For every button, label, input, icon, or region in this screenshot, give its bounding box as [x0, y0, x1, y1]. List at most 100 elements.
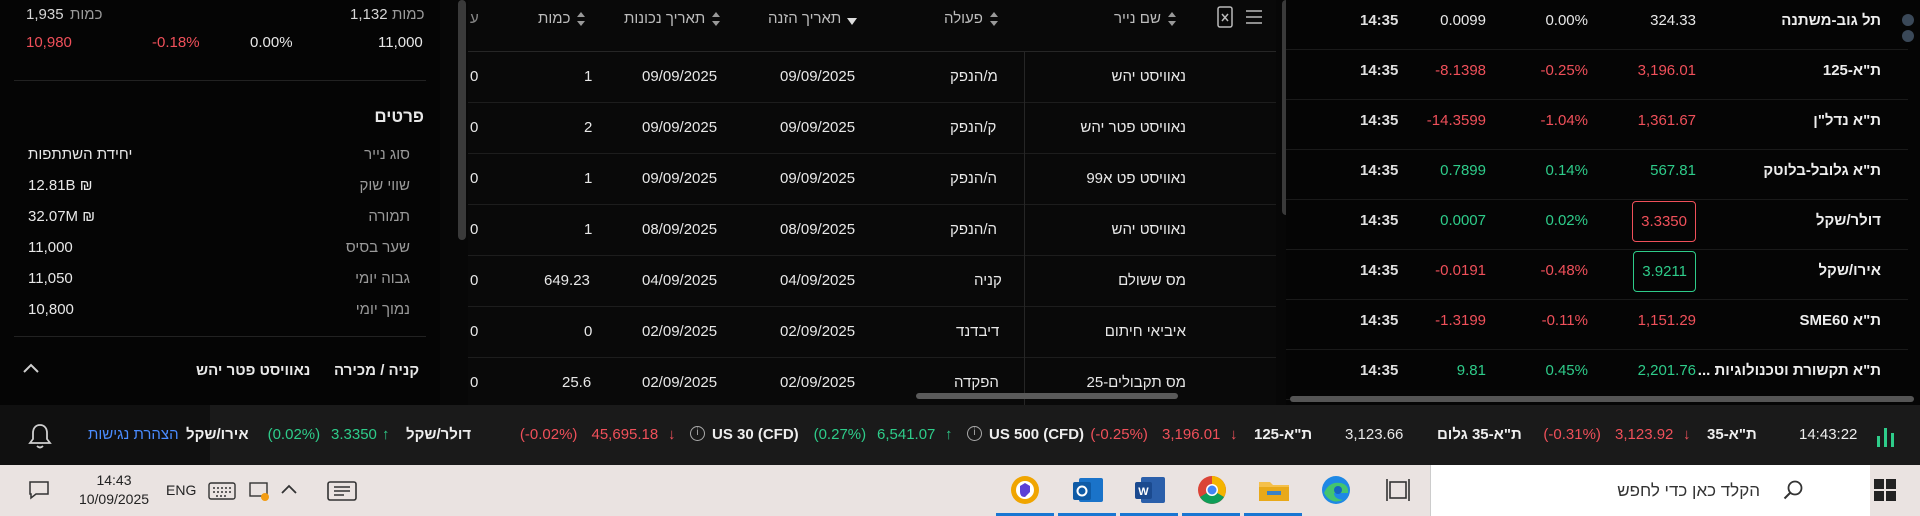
ticker-pct: (0.02%) — [267, 426, 321, 443]
market-list-scrollbar[interactable] — [1290, 396, 1914, 402]
market-change-pct: 0.14% — [1545, 162, 1588, 179]
ticker-pct: (-0.31%) — [1543, 426, 1601, 443]
table-horizontal-scrollbar[interactable] — [916, 393, 1178, 399]
browser-shield-icon[interactable] — [1008, 473, 1042, 507]
market-value: 1,151.29 — [1637, 312, 1696, 329]
market-row[interactable]: ת"א נדל"ן 1,361.67 -1.04% -14.3599 14:35 — [1286, 100, 1908, 150]
word-icon[interactable]: W — [1133, 473, 1167, 507]
market-row[interactable]: ת"א-125 3,196.01 -0.25% -8.1398 14:35 — [1286, 50, 1908, 100]
market-name: ת"א SME60 — [1799, 312, 1881, 329]
info-icon[interactable]: i — [967, 426, 982, 441]
market-row[interactable]: ת"א תקשורת וטכנולוגיות ... 2,201.76 0.45% 9… — [1286, 350, 1908, 400]
table-row[interactable]: 0 0 02/09/2025 02/09/2025 דיבדנד איביאי … — [468, 307, 1276, 358]
export-excel-icon[interactable] — [1216, 6, 1234, 28]
cell-value-date: 09/09/2025 — [642, 119, 718, 136]
ticker-label[interactable]: ת"א-125 — [1254, 426, 1312, 443]
market-name: ת"א גלובל-בלוטק — [1763, 162, 1881, 179]
table-row[interactable]: 0 25.6 02/09/2025 02/09/2025 הפקדה מס תק… — [468, 358, 1276, 409]
detail-value: יחידת השתתפות — [28, 146, 133, 163]
task-view-icon[interactable] — [326, 479, 358, 503]
ticker-label[interactable]: אירו/שקל — [186, 426, 249, 443]
ticker-label[interactable]: ת"א-35 — [1707, 426, 1757, 443]
chrome-icon[interactable] — [1195, 473, 1229, 507]
cell-action: קניה — [974, 272, 1002, 289]
ticker-value: 3.3350 — [331, 426, 377, 443]
bell-icon[interactable] — [27, 422, 53, 450]
table-row[interactable]: 0 1 09/09/2025 09/09/2025 מ/הנפק נאוויסט… — [468, 52, 1276, 103]
market-change: 9.81 — [1456, 362, 1486, 379]
sort-icon — [577, 12, 586, 27]
column-header-qty[interactable]: כמות — [538, 10, 586, 27]
ticker-label[interactable]: ת"א-35 גלום — [1437, 426, 1522, 443]
detail-label: סוג נייר — [364, 146, 410, 163]
market-value: 3.3350 — [1632, 201, 1696, 242]
task-view-timeline-icon[interactable] — [1381, 473, 1415, 507]
market-row[interactable]: דולר/שקל 3.3350 0.02% 0.0007 14:35 — [1286, 200, 1908, 250]
chevron-up-icon[interactable] — [22, 362, 40, 374]
ticker-label[interactable]: US 500 (CFD) — [989, 426, 1084, 443]
edge-icon[interactable] — [1319, 473, 1353, 507]
outlook-icon[interactable] — [1071, 473, 1105, 507]
table-row[interactable]: 0 649.23 04/09/2025 04/09/2025 קניה מס ש… — [468, 256, 1276, 307]
file-explorer-icon[interactable] — [1257, 473, 1291, 507]
market-change: -14.3599 — [1426, 112, 1486, 129]
ticker-label[interactable]: US 30 (CFD) — [712, 426, 799, 443]
windows-start-icon[interactable] — [1874, 479, 1896, 501]
language-indicator[interactable]: ENG — [166, 482, 196, 498]
cell-name: נאוויסט פטר יהש — [1080, 119, 1186, 136]
ticker-arrow-icon: ↓ — [668, 426, 676, 443]
cell-action: ה/הנפק — [950, 170, 998, 187]
detail-row: תמורה ₪ 32.07M — [0, 208, 426, 236]
market-change: 0.7899 — [1440, 162, 1486, 179]
detail-row: שער בסיס 11,000 — [0, 239, 426, 267]
ticker-clock: 14:43:22 — [1799, 426, 1858, 443]
chevron-up-icon[interactable] — [280, 483, 298, 495]
menu-icon[interactable] — [1244, 8, 1264, 26]
keyboard-icon[interactable] — [208, 482, 236, 500]
market-row[interactable]: ת"א SME60 1,151.29 -0.11% -1.3199 14:35 — [1286, 300, 1908, 350]
notification-center-icon[interactable] — [28, 480, 50, 500]
table-row[interactable]: 0 1 09/09/2025 09/09/2025 ה/הנפק נאוויסט… — [468, 154, 1276, 205]
search-icon — [1783, 480, 1803, 500]
ticker-label[interactable]: דולר/שקל — [406, 426, 471, 443]
market-change: -1.3199 — [1435, 312, 1486, 329]
column-header-name[interactable]: שם נייר — [1114, 10, 1177, 27]
cell-name: איביאי חיתום — [1104, 323, 1186, 340]
network-icon[interactable] — [248, 480, 270, 502]
cell-action: מ/הנפק — [950, 68, 998, 85]
cell-order-date: 02/09/2025 — [780, 374, 856, 391]
cell-name: נאוויסט פט א99 — [1086, 170, 1186, 187]
taskbar-clock[interactable]: 14:43 10/09/2025 — [66, 471, 162, 509]
market-time: 14:35 — [1360, 262, 1399, 279]
market-row[interactable]: תל גוב-משתנה 324.33 0.00% 0.0099 14:35 — [1286, 0, 1908, 50]
market-row[interactable]: ת"א גלובל-בלוטק 567.81 0.14% 0.7899 14:35 — [1286, 150, 1908, 200]
column-header-order-date[interactable]: תאריך הזנה — [768, 10, 858, 27]
info-icon[interactable]: i — [690, 426, 705, 441]
column-header-action[interactable]: פעולה — [944, 10, 999, 27]
table-row[interactable]: 0 2 09/09/2025 09/09/2025 ק/הנפק נאוויסט… — [468, 103, 1276, 154]
chart-bars-icon[interactable] — [1876, 424, 1896, 448]
accessibility-link[interactable]: הצהרת נגישות — [88, 426, 179, 443]
ticker-arrow-icon: ↓ — [1683, 426, 1691, 443]
taskbar-search-box[interactable]: הקלד כאן כדי לחפש — [1430, 465, 1870, 516]
cell-value-date: 08/09/2025 — [642, 221, 718, 238]
market-change: 0.0007 — [1440, 212, 1486, 229]
column-header-value-date[interactable]: תאריך נכונות — [624, 10, 721, 27]
market-time: 14:35 — [1360, 12, 1399, 29]
table-row[interactable]: 0 1 08/09/2025 08/09/2025 ה/הנפק נאוויסט… — [468, 205, 1276, 256]
market-name: ת"א נדל"ן — [1813, 112, 1881, 129]
market-value: 3.9211 — [1633, 251, 1696, 292]
details-title: פרטים — [374, 107, 424, 126]
buy-sell-button[interactable]: קניה / מכירה — [334, 362, 419, 379]
market-name: ת"א תקשורת וטכנולוגיות ... — [1697, 362, 1881, 379]
detail-label: שווי שוק — [359, 177, 410, 194]
market-time: 14:35 — [1360, 112, 1399, 129]
market-name: דולר/שקל — [1815, 212, 1881, 229]
market-time: 14:35 — [1360, 362, 1399, 379]
ticker-value: 6,541.07 — [877, 426, 936, 443]
left-scrollbar[interactable] — [458, 0, 466, 240]
clock-date: 10/09/2025 — [78, 491, 150, 507]
detail-value: ₪ 12.81B — [28, 177, 93, 194]
selected-security[interactable]: נאוויסט פטר יהש — [196, 362, 310, 379]
market-row[interactable]: אירו/שקל 3.9211 -0.48% -0.0191 14:35 — [1286, 250, 1908, 300]
